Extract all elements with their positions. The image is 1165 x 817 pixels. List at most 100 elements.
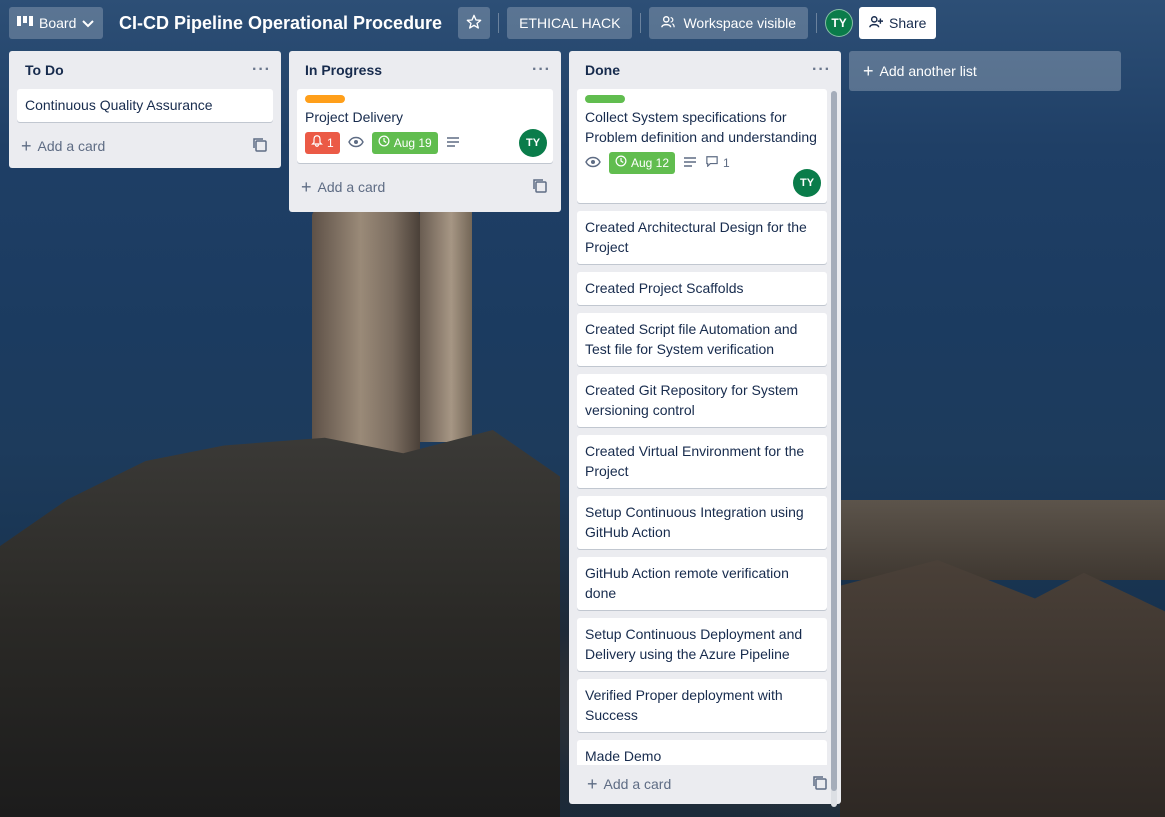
card[interactable]: Created Script file Automation and Test … [577,313,827,366]
card[interactable]: Created Architectural Design for the Pro… [577,211,827,264]
list-in-progress: In Progress ··· Project Delivery 1 Aug 1… [289,51,561,212]
card[interactable]: Made Demo [577,740,827,765]
card-badges: 1 Aug 19 [305,131,545,155]
card-template-icon[interactable] [253,137,267,155]
card-member-avatar[interactable]: TY [793,169,821,197]
background-cliff [0,430,560,817]
eye-icon [585,153,601,173]
add-person-icon [869,15,884,32]
card[interactable]: Created Virtual Environment for the Proj… [577,435,827,488]
card-title: Collect System specifications for Proble… [585,109,817,145]
eye-icon [347,133,364,153]
list-title[interactable]: To Do [25,62,64,78]
board-title[interactable]: CI-CD Pipeline Operational Procedure [119,13,442,34]
card-label-orange[interactable] [305,95,345,103]
list-header: In Progress ··· [289,51,561,89]
card[interactable]: Project Delivery 1 Aug 19 TY [297,89,553,163]
list-done: Done ··· Collect System specifications f… [569,51,841,807]
people-icon [661,15,676,32]
card[interactable]: Setup Continuous Deployment and Delivery… [577,618,827,671]
more-options-icon[interactable]: ··· [812,61,831,79]
scrollbar[interactable] [831,91,837,807]
notification-badge[interactable]: 1 [305,132,340,154]
card[interactable]: Created Git Repository for System versio… [577,374,827,427]
share-label: Share [889,15,927,31]
plus-icon: + [21,135,32,156]
due-date-badge[interactable]: Aug 12 [609,152,676,174]
member-avatar[interactable]: TY [825,9,854,37]
add-card-button[interactable]: + Add a card [9,130,281,162]
card-title: Created Architectural Design for the Pro… [585,219,807,255]
list-title[interactable]: In Progress [305,62,382,78]
due-date: Aug 12 [631,156,670,170]
card-title: Project Delivery [305,109,404,125]
card-title: Setup Continuous Integration using GitHu… [585,504,804,540]
header-divider [816,13,818,33]
visibility-label: Workspace visible [683,15,797,31]
board-view-icon [17,15,33,31]
add-card-label: Add a card [317,179,386,195]
description-icon [683,153,697,173]
card-title: Made Demo [585,748,662,764]
card[interactable]: Continuous Quality Assurance [17,89,273,122]
more-options-icon[interactable]: ··· [252,61,271,79]
bell-icon [311,133,323,153]
add-card-label: Add a card [603,776,672,792]
card-member-avatar[interactable]: TY [519,129,547,157]
board-header: Board CI-CD Pipeline Operational Procedu… [0,0,1165,46]
board-view-label: Board [39,15,77,31]
add-card-button[interactable]: + Add a card [289,171,561,203]
background-lighthouse-annex [420,212,472,442]
card-list[interactable]: Collect System specifications for Proble… [569,89,841,765]
header-divider [640,13,642,33]
star-button[interactable] [458,7,491,39]
add-list-button[interactable]: + Add another list [849,51,1121,91]
add-list-label: Add another list [879,63,977,79]
list-todo: To Do ··· Continuous Quality Assurance +… [9,51,281,168]
workspace-button[interactable]: ETHICAL HACK [507,7,633,39]
scrollbar-thumb[interactable] [831,91,837,791]
card-label-green[interactable] [585,95,625,103]
comments-badge: 1 [705,153,730,173]
star-icon [466,14,482,33]
card-title: Created Git Repository for System versio… [585,382,799,418]
due-date-badge[interactable]: Aug 19 [371,132,438,154]
more-options-icon[interactable]: ··· [532,61,551,79]
card-title: Created Virtual Environment for the Proj… [585,443,805,479]
background-cliff-right [840,560,1165,817]
card[interactable]: Created Project Scaffolds [577,272,827,305]
card[interactable]: Verified Proper deployment with Success [577,679,827,732]
plus-icon: + [863,60,874,81]
clock-icon [615,153,627,173]
card-title: Verified Proper deployment with Success [585,687,783,723]
add-card-label: Add a card [37,138,106,154]
list-title[interactable]: Done [585,62,620,78]
card-badges: Aug 12 1 [585,151,819,175]
background-bridge [840,500,1165,580]
share-button[interactable]: Share [859,7,937,39]
card[interactable]: Setup Continuous Integration using GitHu… [577,496,827,549]
board-view-button[interactable]: Board [9,7,103,39]
clock-icon [378,133,390,153]
notification-count: 1 [327,136,334,150]
description-icon [446,133,460,153]
card[interactable]: Collect System specifications for Proble… [577,89,827,203]
chevron-down-icon [82,15,95,31]
card-title: Created Script file Automation and Test … [585,321,798,357]
due-date: Aug 19 [393,136,432,150]
add-card-button[interactable]: + Add a card [569,768,841,800]
plus-icon: + [587,773,598,794]
card-title: Created Project Scaffolds [585,280,744,296]
comment-icon [705,153,719,173]
visibility-button[interactable]: Workspace visible [649,7,809,39]
plus-icon: + [301,176,312,197]
card-template-icon[interactable] [533,178,547,196]
list-header: To Do ··· [9,51,281,89]
card-title: Setup Continuous Deployment and Delivery… [585,626,803,662]
header-divider [498,13,500,33]
card[interactable]: GitHub Action remote verification done [577,557,827,610]
card-template-icon[interactable] [813,775,827,793]
card-title: Continuous Quality Assurance [25,97,213,113]
comment-count: 1 [723,156,730,170]
card-title: GitHub Action remote verification done [585,565,789,601]
